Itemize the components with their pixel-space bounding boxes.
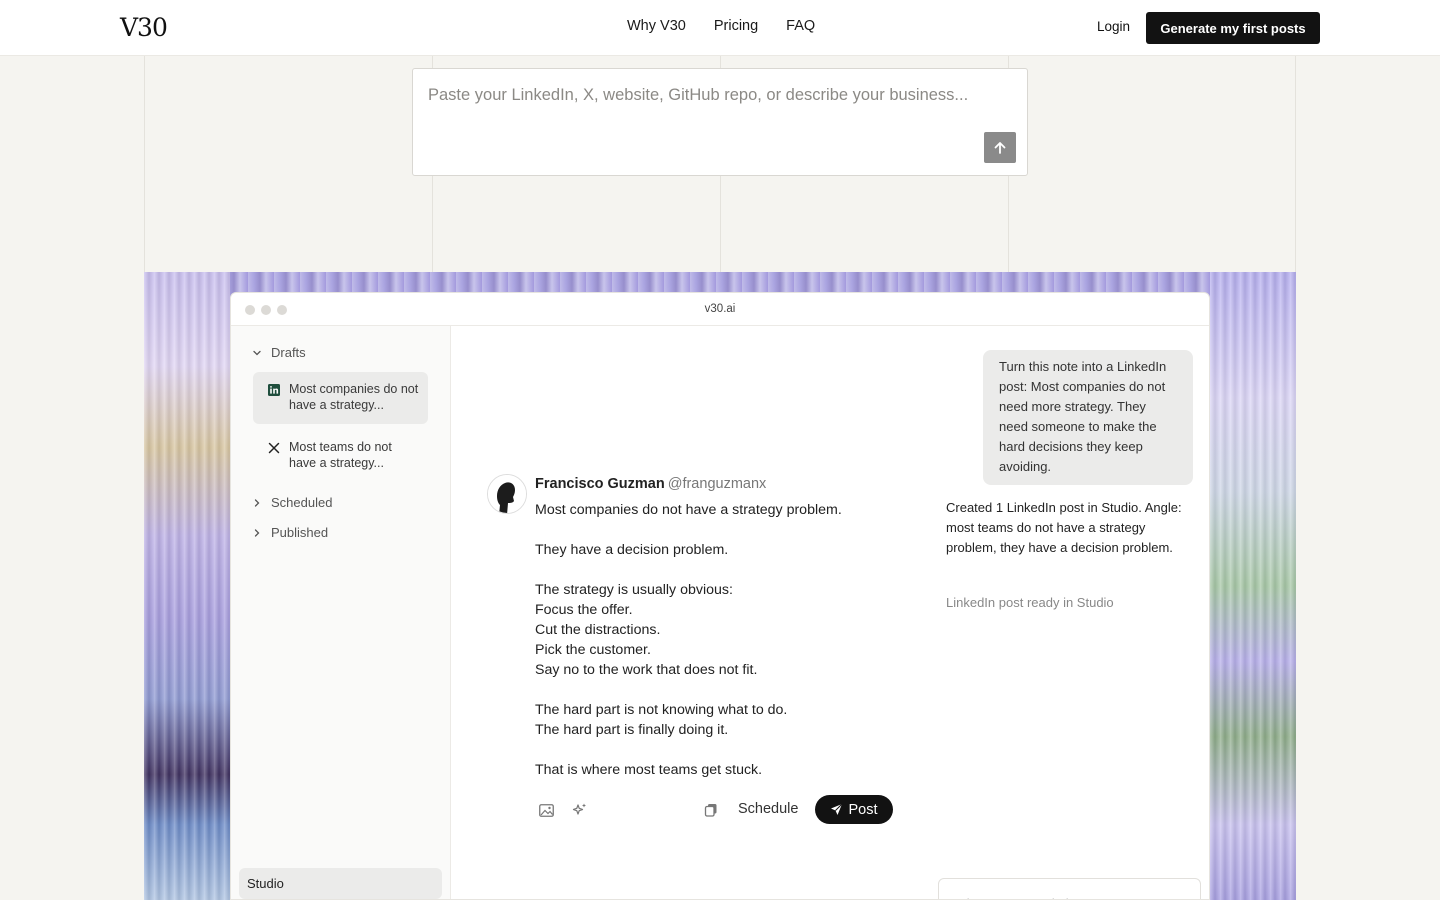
app-window: v30.ai Drafts Most companies do not have… xyxy=(230,292,1210,900)
assistant-reply: Created 1 LinkedIn post in Studio. Angle… xyxy=(946,500,1182,555)
post-line xyxy=(535,560,905,580)
drafts-section-toggle[interactable]: Drafts xyxy=(251,345,306,360)
send-icon xyxy=(831,803,843,815)
post-line: The hard part is not knowing what to do. xyxy=(535,702,788,718)
window-url: v30.ai xyxy=(704,303,736,315)
author-name: Francisco Guzman xyxy=(535,476,665,492)
linkedin-icon xyxy=(267,383,281,397)
artwork-left-strip xyxy=(144,272,230,900)
post-line: The strategy is usually obvious: xyxy=(535,582,733,598)
studio-button[interactable]: Studio xyxy=(239,868,442,899)
logo[interactable]: V30 xyxy=(120,13,168,42)
published-section-toggle[interactable]: Published xyxy=(251,525,328,540)
status-text: LinkedIn post ready in Studio xyxy=(946,595,1114,610)
arrow-up-icon xyxy=(994,141,1006,154)
post-button-label: Post xyxy=(848,801,878,818)
draft-title: Most companies do not have a strategy... xyxy=(289,382,419,412)
nav-links: Why V30 Pricing FAQ xyxy=(627,18,815,34)
post-line xyxy=(535,680,905,700)
chevron-down-icon xyxy=(251,347,263,359)
post-line: Most companies do not have a strategy pr… xyxy=(535,502,842,518)
business-input-placeholder: Paste your LinkedIn, X, website, GitHub … xyxy=(428,86,969,104)
grid-line xyxy=(144,56,145,272)
post-author: Francisco Guzman @franguzmanx xyxy=(535,476,766,492)
business-input[interactable]: Paste your LinkedIn, X, website, GitHub … xyxy=(412,68,1028,176)
post-line: Pick the customer. xyxy=(535,642,651,658)
scheduled-section-toggle[interactable]: Scheduled xyxy=(251,495,332,510)
image-icon[interactable] xyxy=(537,801,555,819)
drafts-label: Drafts xyxy=(271,345,306,360)
login-link[interactable]: Login xyxy=(1097,19,1130,34)
draft-title: Most teams do not have a strategy... xyxy=(289,440,392,470)
user-message: Turn this note into a LinkedIn post: Mos… xyxy=(983,350,1193,485)
sidebar: Drafts Most companies do not have a stra… xyxy=(231,326,451,899)
published-label: Published xyxy=(271,525,329,540)
post-button[interactable]: Post xyxy=(815,795,893,824)
chevron-right-icon xyxy=(251,527,263,539)
submit-button[interactable] xyxy=(984,132,1016,163)
draft-item-linkedin[interactable]: Most companies do not have a strategy... xyxy=(253,372,428,424)
artwork-right-strip xyxy=(1210,272,1296,900)
post-line: They have a decision problem. xyxy=(535,542,729,558)
window-titlebar: v30.ai xyxy=(231,293,1209,326)
sparkle-icon[interactable] xyxy=(571,801,589,819)
nav-link-pricing[interactable]: Pricing xyxy=(714,18,758,34)
copy-icon[interactable] xyxy=(702,801,720,819)
scheduled-label: Scheduled xyxy=(271,495,333,510)
grid-line xyxy=(1295,56,1296,272)
chevron-right-icon xyxy=(251,497,263,509)
post-line: Cut the distractions. xyxy=(535,622,661,638)
chat-input[interactable]: What's on your mind... xyxy=(938,878,1201,899)
generate-posts-button[interactable]: Generate my first posts xyxy=(1146,12,1320,44)
post-line xyxy=(535,520,905,540)
post-line: Say no to the work that does not fit. xyxy=(535,662,758,678)
nav-link-faq[interactable]: FAQ xyxy=(786,18,815,34)
post-line xyxy=(535,740,905,760)
post-body[interactable]: Most companies do not have a strategy pr… xyxy=(535,500,905,780)
draft-item-x[interactable]: Most teams do not have a strategy... xyxy=(253,430,428,482)
x-icon xyxy=(267,441,281,455)
post-line: Focus the offer. xyxy=(535,602,633,618)
nav-link-why[interactable]: Why V30 xyxy=(627,18,686,34)
avatar xyxy=(487,474,527,514)
schedule-button[interactable]: Schedule xyxy=(738,801,798,817)
author-handle: @franguzmanx xyxy=(667,476,767,492)
chat-panel: Turn this note into a LinkedIn post: Mos… xyxy=(930,326,1209,899)
top-nav: V30 Why V30 Pricing FAQ Login Generate m… xyxy=(0,0,1440,56)
post-preview: Francisco Guzman @franguzmanx Most compan… xyxy=(451,326,930,899)
post-line: That is where most teams get stuck. xyxy=(535,762,763,778)
post-line: The hard part is finally doing it. xyxy=(535,722,729,738)
